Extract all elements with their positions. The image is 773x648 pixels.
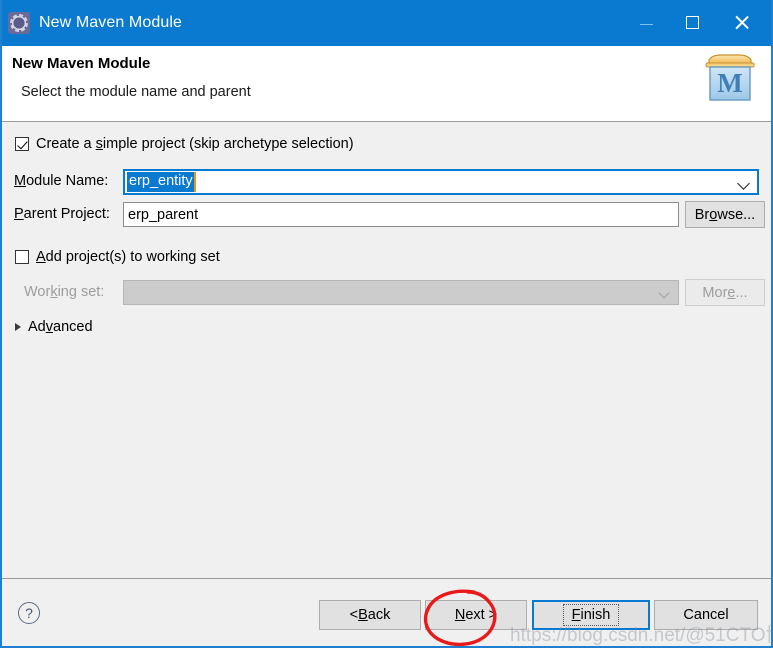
svg-text:M: M bbox=[717, 68, 742, 98]
parent-project-value: erp_parent bbox=[128, 206, 199, 223]
checkbox-box-checked bbox=[15, 137, 29, 151]
checkbox-box-unchecked bbox=[15, 250, 29, 264]
add-to-working-set-checkbox[interactable]: Add project(s) to working set bbox=[15, 249, 220, 265]
help-icon[interactable]: ? bbox=[18, 602, 40, 624]
add-to-working-set-label: Add project(s) to working set bbox=[36, 249, 220, 265]
browse-button[interactable]: Br o wse... bbox=[685, 201, 765, 228]
dialog-body: Create a simple project (skip archetype … bbox=[2, 122, 771, 578]
dialog-header: New Maven Module Select the module name … bbox=[2, 46, 771, 122]
watermark-text: https://blog.csdn.net/@51CTO博客 bbox=[510, 625, 771, 646]
minimize-icon bbox=[639, 23, 653, 25]
module-name-input[interactable]: erp_entity bbox=[123, 169, 759, 195]
maximize-button[interactable] bbox=[669, 0, 715, 44]
advanced-disclosure[interactable]: Advanced bbox=[15, 319, 93, 335]
window-title: New Maven Module bbox=[39, 14, 182, 31]
close-icon bbox=[734, 14, 750, 30]
chevron-down-icon-disabled bbox=[658, 287, 670, 299]
gear-icon bbox=[8, 12, 30, 34]
title-bar: New Maven Module bbox=[2, 0, 771, 46]
simple-project-checkbox[interactable]: Create a simple project (skip archetype … bbox=[15, 136, 354, 152]
module-name-value: erp_entity bbox=[127, 172, 196, 192]
parent-project-input[interactable]: erp_parent bbox=[123, 202, 679, 227]
parent-project-label: Parent Project: bbox=[14, 206, 110, 222]
working-set-input bbox=[123, 280, 679, 305]
new-maven-module-dialog: New Maven Module New Maven Module Select… bbox=[0, 0, 773, 648]
working-set-label: Working set: bbox=[24, 284, 105, 300]
back-button[interactable]: < Back bbox=[319, 600, 421, 630]
maven-logo-icon: M bbox=[705, 54, 755, 101]
more-button: Mor e... bbox=[685, 279, 765, 306]
maximize-icon bbox=[685, 15, 699, 29]
page-subtitle: Select the module name and parent bbox=[21, 84, 251, 100]
chevron-right-icon bbox=[15, 323, 21, 331]
advanced-label: Advanced bbox=[28, 319, 93, 335]
page-title: New Maven Module bbox=[12, 55, 151, 72]
module-name-label: Module Name: bbox=[14, 173, 109, 189]
close-button[interactable] bbox=[719, 0, 765, 44]
simple-project-label: Create a simple project (skip archetype … bbox=[36, 136, 354, 152]
minimize-button[interactable] bbox=[623, 0, 669, 44]
chevron-down-icon[interactable] bbox=[737, 177, 750, 190]
